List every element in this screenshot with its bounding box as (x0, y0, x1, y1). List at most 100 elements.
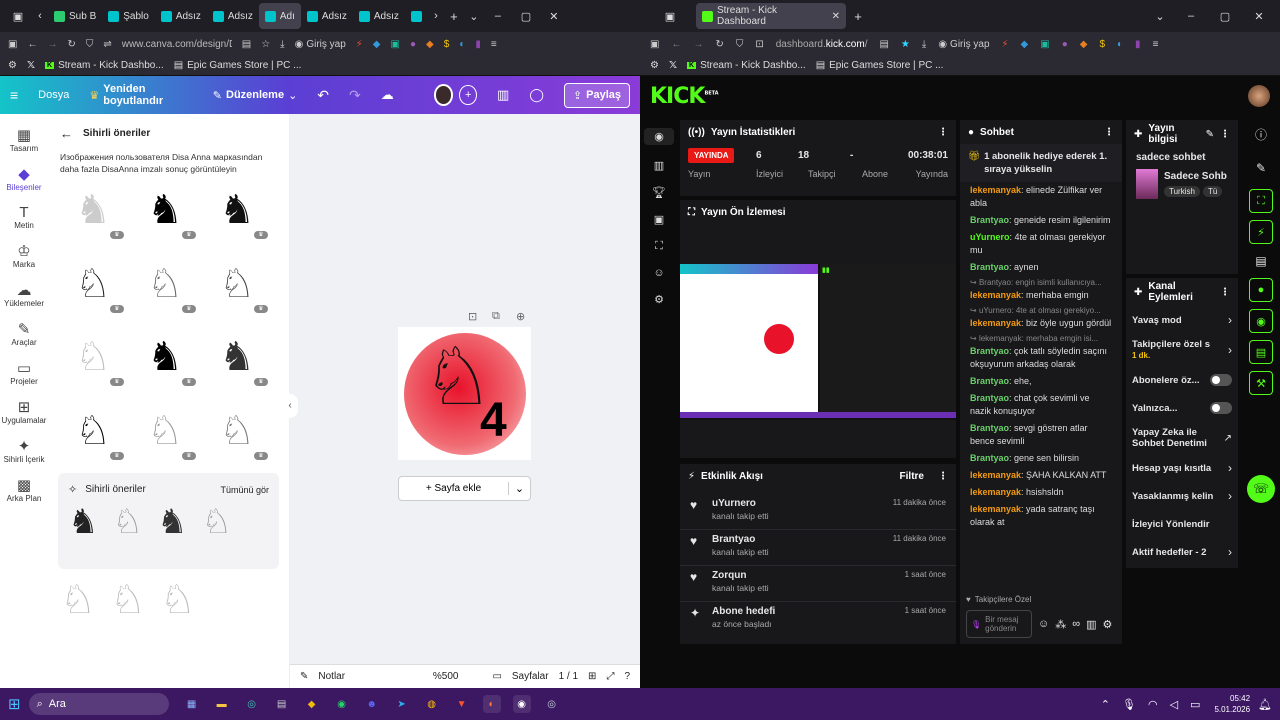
browser-tab[interactable]: Adsız (301, 3, 353, 29)
info-icon[interactable]: ⓘ (1244, 126, 1278, 143)
close-tab-icon[interactable]: ✕ (832, 11, 840, 22)
bookmark-star-icon[interactable]: ☆ (261, 39, 270, 50)
screen-icon[interactable]: ⛶ (644, 240, 674, 253)
chat-username[interactable]: Brantyao (970, 346, 1009, 356)
microphone-icon[interactable]: 🎙︎ (1122, 698, 1136, 711)
extension-icon[interactable]: ◐ (459, 39, 465, 50)
sidebar-toggle-icon[interactable]: ▣ (8, 39, 17, 50)
hamburger-icon[interactable]: ≡ (10, 87, 18, 103)
chat-username[interactable]: uYurnero (970, 232, 1010, 242)
extension-icon[interactable]: ● (1062, 39, 1068, 50)
emoji-icon[interactable]: ☺ (1038, 618, 1049, 630)
activity-item[interactable]: ♥ Zorqun kanalı takip etti 1 saat önce (680, 566, 956, 602)
bookmark-item[interactable]: ▤ Epic Games Store | PC ... (174, 60, 302, 71)
add-page-icon[interactable]: ⊕ (516, 310, 525, 323)
reload-icon[interactable]: ↻ (715, 39, 723, 50)
taskbar-search[interactable]: ⌕ Ara (28, 693, 169, 715)
extension-icon[interactable]: ▣ (1040, 39, 1049, 50)
sidebar-item-apps[interactable]: ⊞ Uygulamalar (0, 398, 48, 425)
sidebar-item-elements[interactable]: ◆ Bileşenler (0, 165, 48, 192)
edit-icon[interactable]: ✎ (1206, 129, 1214, 140)
analytics-icon[interactable]: ▥ (497, 87, 509, 103)
file-menu[interactable]: Dosya (38, 89, 69, 101)
channel-action-item[interactable]: İzleyici Yönlendir (1126, 510, 1238, 538)
user-avatar[interactable] (1248, 85, 1270, 107)
extension-icon[interactable]: ▮ (1135, 39, 1141, 50)
firefox-icon[interactable]: ◐ (482, 695, 501, 713)
url-field[interactable]: www.canva.com/design/D (122, 39, 232, 50)
clip-icon[interactable]: ⛶ (1249, 189, 1273, 213)
horse-graphic[interactable]: ♘ (201, 502, 231, 542)
chat-message[interactable]: Brantyao: gene sen bilirsin (960, 450, 1122, 467)
wifi-icon[interactable]: ◠ (1148, 698, 1158, 711)
tray-chevron-icon[interactable]: ⌃ (1101, 698, 1110, 711)
extension-icon[interactable]: $ (1099, 39, 1105, 50)
channel-action-item[interactable]: Yavaş mod › (1126, 306, 1238, 334)
horse-graphic[interactable]: ♘ ♛ (60, 326, 126, 388)
tab-scroll-left-icon[interactable]: ‹ (32, 10, 48, 22)
support-icon[interactable]: ☏ (1247, 475, 1275, 503)
lightning-icon[interactable]: ⚡ (1249, 220, 1273, 244)
volume-icon[interactable]: ◁ (1170, 698, 1178, 711)
microphone-icon[interactable]: 🎙︎ (971, 620, 981, 629)
forward-icon[interactable]: → (693, 39, 703, 50)
channel-action-item[interactable]: Yapay Zeka ile Sohbet Denetimi ↗ (1126, 422, 1238, 454)
chat-message[interactable]: lekemanyak: ŞAHA KALKAN ATT (960, 467, 1122, 484)
sidebar-item-uploads[interactable]: ☁ Yüklemeler (0, 281, 48, 308)
chat-message[interactable]: lekemanyak: merhaba emgin (960, 287, 1122, 304)
tag-chip[interactable]: Turkish (1164, 186, 1200, 197)
chat-username[interactable]: Brantyao (970, 262, 1009, 272)
horse-graphic[interactable]: ♞ (157, 502, 187, 542)
horse-graphic[interactable]: ♘ (160, 577, 196, 623)
browser-tab[interactable] (405, 3, 428, 29)
chat-message[interactable]: Brantyao: chat çok sevimli ve nazik konu… (960, 390, 1122, 420)
toggle-switch[interactable] (1210, 402, 1232, 414)
add-page-button[interactable]: + Sayfa ekle (399, 483, 508, 494)
sidebar-item-magic[interactable]: ✦ Sihirli İçerik (0, 437, 48, 464)
trophy-icon[interactable]: 🏆︎ (644, 186, 674, 199)
browser-tab-active[interactable]: Stream - Kick Dashboard ✕ (696, 3, 846, 29)
category-name[interactable]: Sadece Sohb (1164, 171, 1227, 182)
chat-message[interactable]: lekemanyak: biz öyle uygun gördül (960, 315, 1122, 332)
channel-action-item[interactable]: Hesap yaşı kısıtla › (1126, 454, 1238, 482)
toggle-switch[interactable] (1210, 374, 1232, 386)
reader-view-icon[interactable]: ▤ (242, 39, 251, 50)
bookmark-item[interactable]: ▤ Epic Games Store | PC ... (816, 60, 944, 71)
file-explorer-icon[interactable]: ▬ (213, 695, 231, 713)
horse-graphic[interactable]: ♘ (110, 577, 146, 623)
horse-graphic[interactable]: ♞ ♛ (60, 179, 126, 241)
settings-icon[interactable]: ⚙ (644, 293, 674, 306)
channel-action-item[interactable]: Aktif hedefler - 2 › (1126, 538, 1238, 566)
horse-graphic[interactable]: ♘ ♛ (60, 400, 126, 462)
chat-input[interactable]: 🎙︎ Bir mesaj gönderin (966, 610, 1032, 638)
tab-list-icon[interactable]: ⌄ (464, 10, 484, 23)
horse-graphic[interactable]: ♘ ♛ (132, 400, 198, 462)
activity-item[interactable]: ♥ uYurnero kanalı takip etti 11 dakika önce (680, 494, 956, 530)
users-icon[interactable]: ☺ (644, 267, 674, 279)
chat-message[interactable]: lekemanyak: elinede Zülfikar ver abla (960, 182, 1122, 212)
chat-username[interactable]: Brantyao (970, 423, 1009, 433)
chat-username[interactable]: lekemanyak (970, 470, 1021, 480)
minimize-icon[interactable]: – (484, 10, 512, 22)
chat-message[interactable]: lekemanyak: yada satranç taşı olarak at (960, 501, 1122, 531)
tab-scroll-right-icon[interactable]: › (428, 10, 444, 22)
horse-graphic[interactable]: ♘ ♛ (132, 253, 198, 315)
pages-button[interactable]: Sayfalar (512, 671, 549, 682)
chat-settings-icon[interactable]: ⚙ (1102, 618, 1112, 631)
binance-icon[interactable]: ◆ (303, 695, 321, 713)
extension-icon[interactable]: ▣ (391, 39, 400, 50)
windows-start-icon[interactable]: ⊞ (8, 695, 21, 713)
avatar[interactable] (433, 84, 454, 106)
browser-tab[interactable]: Adsız (207, 3, 259, 29)
minimize-icon[interactable]: – (1174, 10, 1208, 22)
extension-icon[interactable]: ⚡ (356, 39, 363, 50)
undo-icon[interactable]: ↶ (317, 87, 329, 104)
horse-graphic[interactable]: ♘ ♛ (204, 253, 270, 315)
redo-icon[interactable]: ↷ (349, 87, 361, 104)
fullscreen-icon[interactable]: ⤢ (606, 671, 614, 682)
channel-action-item[interactable]: Takipçilere özel s1 dk. › (1126, 334, 1238, 366)
forward-icon[interactable]: → (47, 39, 57, 50)
account-button[interactable]: ◉ Giriş yap (938, 39, 989, 50)
permissions-icon[interactable]: ⇌ (103, 39, 111, 50)
infinity-icon[interactable]: ∞ (1072, 618, 1080, 630)
